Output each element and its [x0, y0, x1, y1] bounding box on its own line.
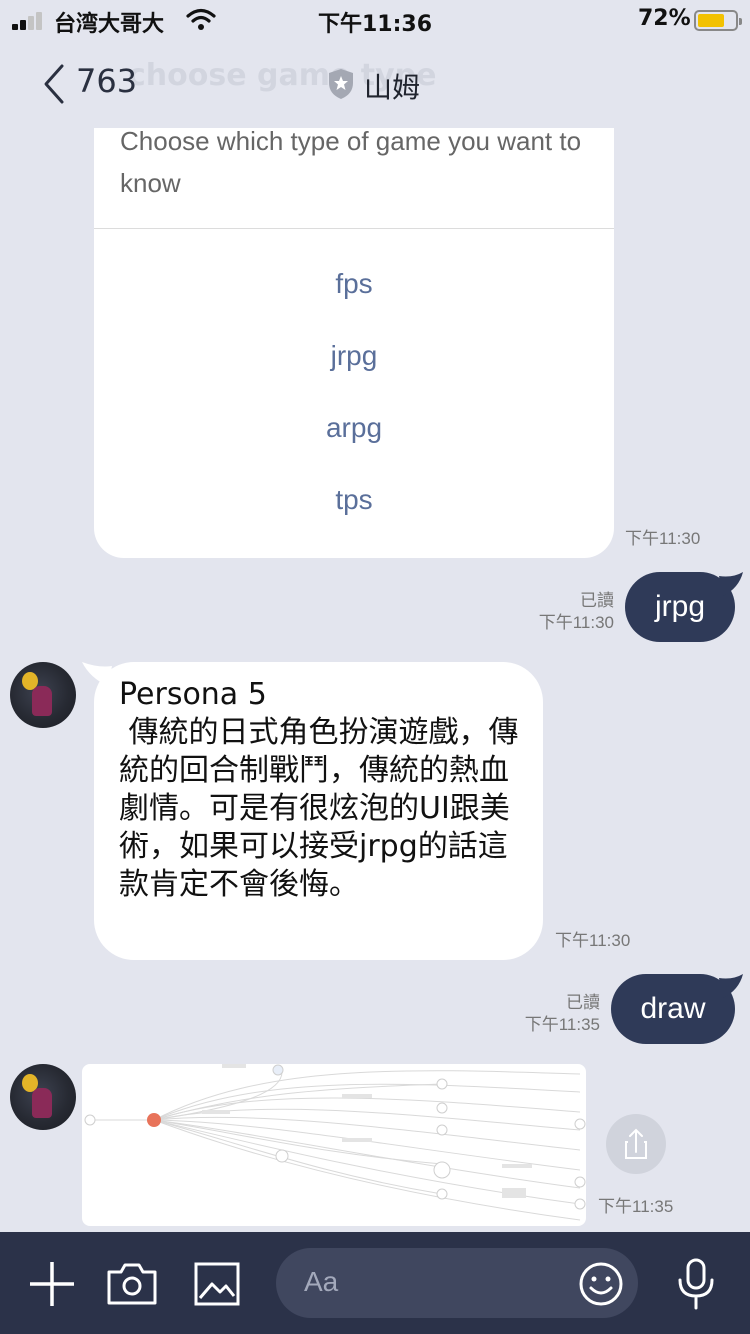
message-input[interactable]: Aa [276, 1248, 638, 1318]
message-text: jrpg [654, 590, 706, 623]
card-description: Choose which type of game you want to kn… [120, 128, 582, 198]
back-icon[interactable] [40, 62, 68, 106]
bubble-tail [719, 974, 743, 998]
image-message[interactable] [82, 1064, 586, 1226]
card-time: 下午11:30 [625, 529, 701, 548]
flow-diagram-image [84, 1064, 586, 1221]
card-divider [94, 228, 614, 229]
unread-count[interactable]: 763 [76, 62, 137, 100]
option-tps[interactable]: tps [94, 484, 614, 516]
share-icon [625, 1128, 647, 1159]
status-bar: 台湾大哥大 下午11:36 72% [0, 0, 750, 40]
incoming-message[interactable]: Persona 5 傳統的日式角色扮演遊戲，傳統的回合制戰鬥，傳統的熱血劇情。可… [82, 662, 543, 960]
camera-icon[interactable] [106, 1262, 158, 1306]
image-icon[interactable] [194, 1262, 240, 1306]
chat-header: choose game type 763 山姆 [0, 48, 750, 120]
read-receipt: 已讀 [580, 591, 614, 610]
share-button[interactable] [606, 1114, 666, 1174]
message-input-placeholder: Aa [304, 1266, 339, 1297]
outgoing-message[interactable]: jrpg [625, 572, 743, 642]
outgoing-message[interactable]: draw [611, 974, 743, 1044]
battery-level [698, 14, 724, 27]
bubble-tail [719, 572, 743, 596]
read-receipt: 已讀 [566, 993, 600, 1012]
emoji-icon[interactable] [578, 1261, 624, 1307]
message-time: 下午11:35 [524, 1015, 600, 1034]
option-arpg[interactable]: arpg [94, 412, 614, 444]
message-time: 下午11:30 [538, 613, 614, 632]
input-bar: Aa [0, 1232, 750, 1334]
option-card: Choose which type of game you want to kn… [94, 128, 614, 558]
microphone-icon[interactable] [676, 1258, 716, 1310]
shield-icon [329, 69, 353, 99]
message-text: draw [640, 992, 706, 1025]
message-time: 下午11:35 [598, 1197, 674, 1216]
avatar[interactable] [10, 662, 76, 728]
avatar[interactable] [10, 1064, 76, 1130]
option-fps[interactable]: fps [94, 268, 614, 300]
message-time: 下午11:30 [555, 931, 631, 950]
chat-title[interactable]: 山姆 [364, 66, 420, 106]
option-jrpg[interactable]: jrpg [94, 340, 614, 372]
plus-icon[interactable] [28, 1260, 76, 1308]
battery-percent: 72% [638, 6, 691, 31]
battery-icon [694, 10, 742, 31]
bubble-tail [82, 662, 112, 686]
message-text: Persona 5 傳統的日式角色扮演遊戲，傳統的回合制戰鬥，傳統的熱血劇情。可… [119, 677, 519, 902]
